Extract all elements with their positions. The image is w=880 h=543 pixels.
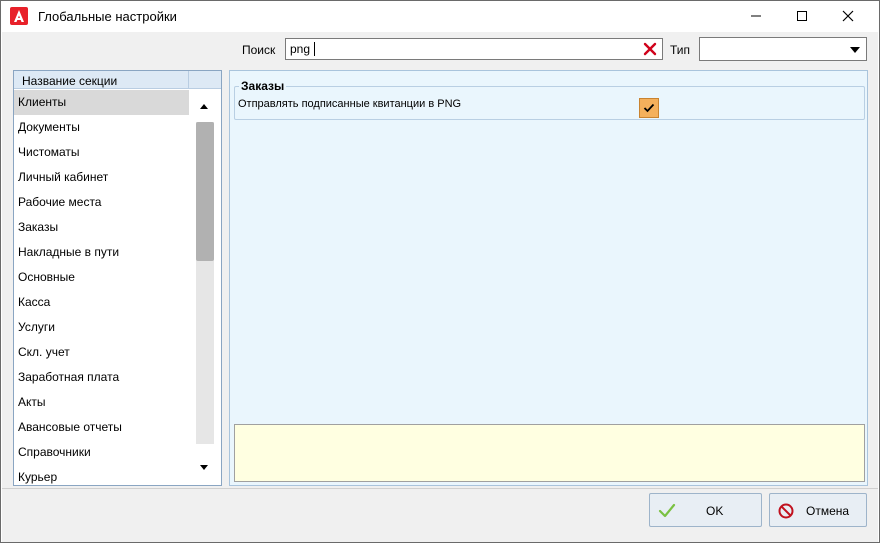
ok-button[interactable]: OK xyxy=(649,493,762,527)
minimize-button[interactable] xyxy=(733,1,779,31)
sidebar-item-section[interactable]: Рабочие места xyxy=(14,190,189,215)
client-area: Поиск png Тип Название секции Клиенты Док… xyxy=(2,32,878,542)
sidebar-item-section[interactable]: Заказы xyxy=(14,215,189,240)
type-select[interactable] xyxy=(699,37,867,61)
search-input-value: png xyxy=(290,42,311,56)
settings-window: Глобальные настройки Поиск png Тип Назва… xyxy=(0,0,880,543)
sidebar-item-section[interactable]: Документы xyxy=(14,115,189,140)
window-title: Глобальные настройки xyxy=(38,9,177,24)
section-list-scrollbar[interactable] xyxy=(191,90,217,485)
sidebar-item-section[interactable]: Услуги xyxy=(14,315,189,340)
search-input[interactable]: png xyxy=(285,38,663,60)
sidebar-item-section[interactable]: Накладные в пути xyxy=(14,240,189,265)
sidebar-item-section[interactable]: Клиенты xyxy=(14,90,189,115)
sidebar-item-section[interactable]: Заработная плата xyxy=(14,365,189,390)
minimize-icon xyxy=(751,15,761,17)
scroll-thumb[interactable] xyxy=(196,122,214,261)
sidebar-item-section[interactable]: Чистоматы xyxy=(14,140,189,165)
section-list-items: Клиенты Документы Чистоматы Личный кабинет Р… xyxy=(14,90,189,485)
sidebar-item-section[interactable]: Акты xyxy=(14,390,189,415)
title-bar: Глобальные настройки xyxy=(1,1,879,32)
ok-button-label: OK xyxy=(706,504,724,518)
type-label: Тип xyxy=(670,43,691,57)
footer-divider xyxy=(2,488,878,489)
section-list: Название секции Клиенты Документы Чистомат… xyxy=(13,70,222,486)
setting-description-box xyxy=(234,424,865,482)
sidebar-item-section[interactable]: Личный кабинет xyxy=(14,165,189,190)
close-button[interactable] xyxy=(825,1,871,31)
checkmark-icon xyxy=(643,103,655,113)
settings-panel: Заказы Отправлять подписанные квитанции … xyxy=(229,70,868,486)
scroll-down-arrow-icon[interactable] xyxy=(200,465,208,470)
settings-group-title: Заказы xyxy=(239,79,287,93)
scroll-up-arrow-icon[interactable] xyxy=(200,104,208,109)
clear-search-icon[interactable] xyxy=(643,42,657,56)
section-list-header[interactable]: Название секции xyxy=(14,71,189,89)
close-icon xyxy=(842,10,854,22)
green-check-icon xyxy=(658,503,676,518)
sidebar-item-section[interactable]: Авансовые отчеты xyxy=(14,415,189,440)
maximize-button[interactable] xyxy=(779,1,825,31)
chevron-down-icon xyxy=(850,47,860,53)
sidebar-item-section[interactable]: Основные xyxy=(14,265,189,290)
app-logo-icon xyxy=(10,7,28,25)
no-entry-icon xyxy=(778,503,794,519)
cancel-button[interactable]: Отмена xyxy=(769,493,867,527)
setting-checkbox[interactable] xyxy=(639,98,659,118)
sidebar-item-section[interactable]: Курьер xyxy=(14,465,189,485)
sidebar-item-section[interactable]: Справочники xyxy=(14,440,189,465)
text-caret xyxy=(314,42,315,56)
sidebar-item-section[interactable]: Касса xyxy=(14,290,189,315)
maximize-icon xyxy=(797,11,807,21)
section-list-header-corner xyxy=(189,71,221,89)
section-list-header-label: Название секции xyxy=(22,74,118,88)
setting-label: Отправлять подписанные квитанции в PNG xyxy=(238,98,462,110)
cancel-button-label: Отмена xyxy=(806,504,850,518)
sidebar-item-section[interactable]: Скл. учет xyxy=(14,340,189,365)
search-label: Поиск xyxy=(242,43,276,57)
